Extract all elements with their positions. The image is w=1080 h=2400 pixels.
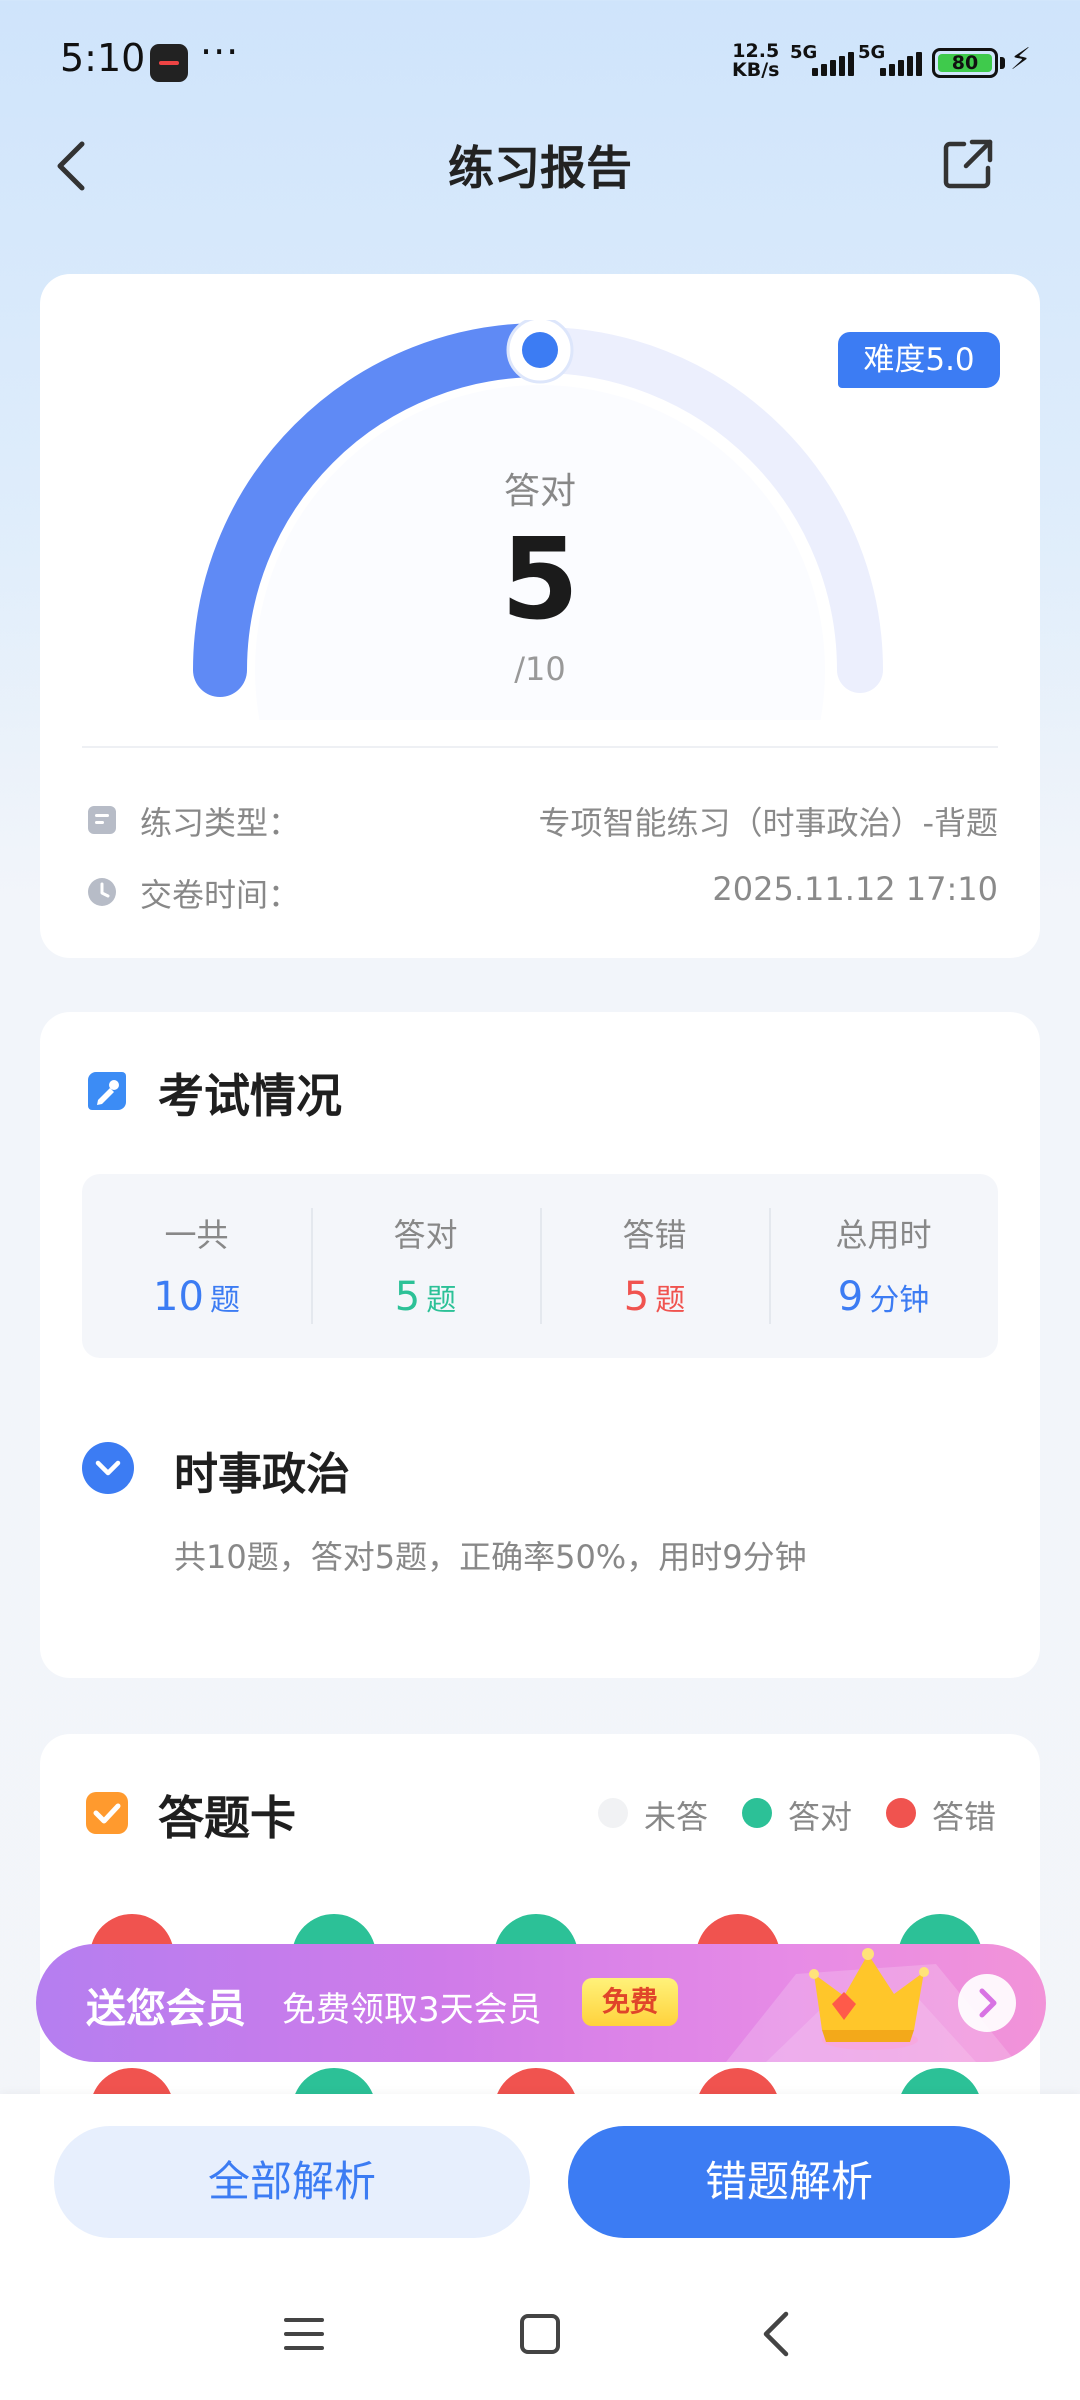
chevron-down-icon — [95, 1460, 121, 1476]
promo-title[interactable]: 送您会员 — [86, 1976, 246, 2034]
promo-subtitle[interactable]: 免费领取3天会员 — [282, 1982, 542, 2031]
exam-edit-icon — [88, 1072, 126, 1110]
wrong-analysis-button[interactable]: 错题解析 — [568, 2126, 1010, 2238]
home-icon[interactable] — [520, 2314, 560, 2354]
gauge-knob-center — [522, 332, 558, 368]
menu-icon[interactable] — [284, 2314, 324, 2354]
all-analysis-button[interactable]: 全部解析 — [54, 2126, 530, 2238]
network-speed: 12.5 KB/s — [732, 42, 779, 80]
stat-correct-figure: 5题 — [311, 1274, 540, 1320]
stat-total-label: 一共 — [164, 1216, 229, 1254]
sim2-label: 5G — [858, 42, 886, 63]
chevron-right-icon — [979, 1988, 997, 2018]
share-external-icon[interactable] — [940, 136, 996, 192]
charging-icon: ⚡ — [1010, 42, 1032, 77]
stat-time: 总用时 9 分钟 — [769, 1174, 998, 1358]
notification-app-icon — [150, 44, 188, 82]
answer-card-title: 答题卡 — [158, 1791, 296, 1845]
legend-unanswered-label: 未答 — [644, 1798, 709, 1836]
stat-correct-label: 答对 — [393, 1216, 458, 1254]
subject-expand-button[interactable] — [82, 1442, 134, 1494]
submit-time-label: 交卷时间： — [140, 876, 301, 914]
practice-type-label: 练习类型： — [140, 804, 301, 842]
stat-wrong-unit: 题 — [655, 1283, 686, 1318]
stat-time-value: 9 — [837, 1274, 864, 1320]
score-label: 答对 — [503, 471, 576, 512]
checkbox-icon — [86, 1792, 128, 1834]
stat-total-figure: 10 题 — [82, 1274, 311, 1320]
stat-time-unit: 分钟 — [869, 1283, 930, 1318]
signal-sim2-icon: 5G — [858, 42, 938, 80]
page-title: 练习报告 — [448, 141, 632, 195]
legend-correct-label: 答对 — [788, 1798, 853, 1836]
practice-type-value: 专项智能练习（时事政治）-背题 — [538, 804, 998, 842]
legend-correct-dot — [742, 1798, 772, 1828]
clock-icon — [88, 878, 116, 906]
stat-correct: 答对 5题 — [311, 1174, 540, 1358]
submit-time-value: 2025.11.12 17:10 — [712, 870, 998, 908]
exam-stats: 一共 10 题 答对 5题 答错 5题 总用时 9 分钟 — [82, 1174, 998, 1358]
legend-unanswered-dot — [598, 1798, 628, 1828]
stat-wrong: 答错 5题 — [540, 1174, 769, 1358]
status-time: 5:10 — [60, 36, 146, 80]
stat-time-figure: 9 分钟 — [769, 1274, 998, 1320]
subject-title[interactable]: 时事政治 — [174, 1438, 350, 1502]
stat-wrong-label: 答错 — [622, 1216, 687, 1254]
stat-total: 一共 10 题 — [82, 1174, 311, 1358]
legend-wrong-label: 答错 — [932, 1798, 997, 1836]
stat-wrong-value: 5 — [623, 1274, 650, 1320]
stat-wrong-figure: 5题 — [540, 1274, 769, 1320]
network-speed-unit: KB/s — [732, 59, 780, 81]
sim1-label: 5G — [790, 42, 818, 63]
stat-time-label: 总用时 — [835, 1216, 932, 1254]
crown-icon — [809, 1948, 929, 2050]
stat-correct-value: 5 — [394, 1274, 421, 1320]
promo-arrow-button[interactable] — [958, 1974, 1016, 2032]
stat-total-value: 10 — [153, 1274, 204, 1320]
stat-total-unit: 题 — [209, 1283, 240, 1318]
document-icon — [88, 806, 116, 834]
stat-correct-unit: 题 — [426, 1283, 457, 1318]
score-total: /10 — [514, 650, 566, 688]
legend-wrong-dot — [886, 1798, 916, 1828]
promo-free-badge[interactable]: 免费 — [582, 1978, 678, 2026]
battery-tip — [1000, 57, 1005, 69]
nav-back-icon[interactable] — [758, 2310, 794, 2358]
more-notifications-icon: ··· — [200, 30, 240, 74]
score-value: 5 — [501, 515, 579, 645]
battery-icon: 80 — [932, 48, 998, 78]
divider — [82, 746, 998, 748]
subject-description: 共10题，答对5题，正确率50%，用时9分钟 — [174, 1538, 807, 1576]
exam-section-title: 考试情况 — [158, 1069, 342, 1123]
battery-level: 80 — [938, 54, 992, 73]
